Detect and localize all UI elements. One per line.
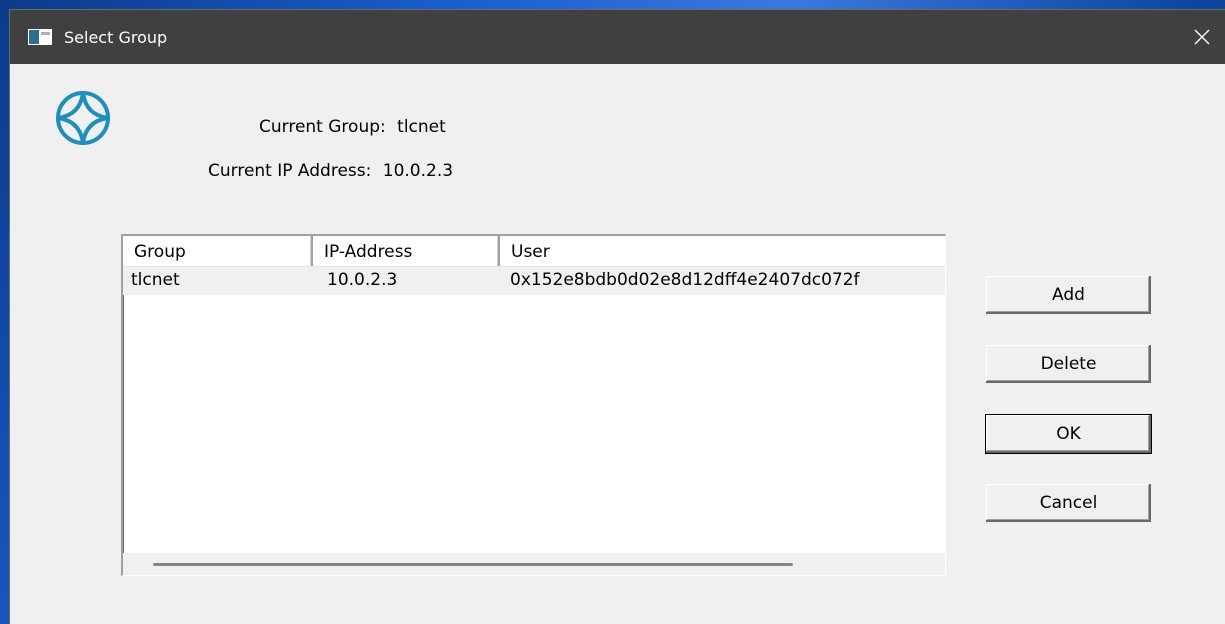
group-list-view[interactable]: Group IP-Address User tlcnet 10.0.2.3 0x… [121, 234, 946, 576]
scrollbar-thumb[interactable] [153, 563, 793, 566]
title-bar[interactable]: Select Group [10, 10, 1225, 64]
delete-button[interactable]: Delete [986, 345, 1151, 383]
cancel-button[interactable]: Cancel [986, 484, 1151, 522]
column-header-user[interactable]: User [500, 236, 945, 266]
cell-ip-address: 10.0.2.3 [327, 270, 398, 290]
table-row[interactable]: tlcnet 10.0.2.3 0x152e8bdb0d02e8d12dff4e… [123, 267, 945, 295]
current-group-label: Current Group: [259, 117, 386, 137]
window-title: Select Group [64, 27, 168, 47]
close-icon [1194, 29, 1210, 45]
column-header-group[interactable]: Group [123, 236, 313, 266]
current-ip-label: Current IP Address: [208, 161, 372, 181]
current-ip-value: 10.0.2.3 [382, 161, 454, 181]
select-group-dialog: Select Group Current Group: tlcnet Curre… [10, 10, 1225, 624]
current-group-row: Current Group: tlcnet [259, 117, 446, 137]
add-button[interactable]: Add [986, 276, 1151, 314]
cell-user: 0x152e8bdb0d02e8d12dff4e2407dc072f [510, 270, 860, 290]
current-ip-row: Current IP Address: 10.0.2.3 [208, 161, 453, 181]
horizontal-scrollbar[interactable] [123, 553, 945, 575]
window-icon [27, 28, 53, 46]
circle-diamond-logo-icon [56, 91, 110, 145]
column-header-ip-address[interactable]: IP-Address [313, 236, 500, 266]
close-button[interactable] [1179, 10, 1225, 64]
current-group-value: tlcnet [397, 117, 446, 137]
ok-button[interactable]: OK [986, 415, 1151, 453]
cell-group: tlcnet [131, 270, 180, 290]
list-header: Group IP-Address User [123, 236, 945, 267]
